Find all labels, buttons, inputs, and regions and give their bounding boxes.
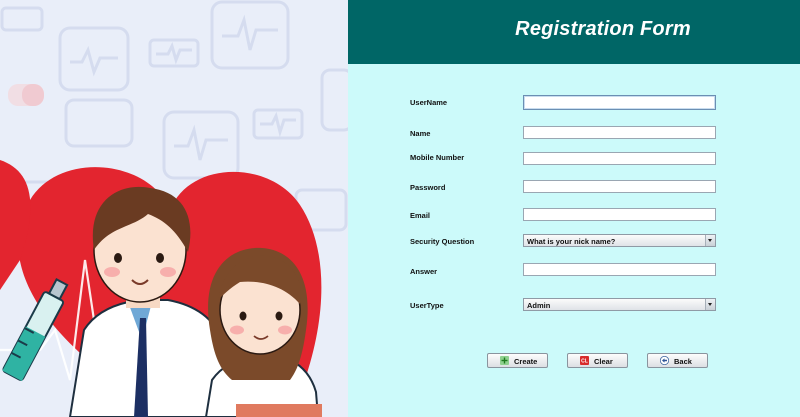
registration-window: Registration Form UserName Name Mobile N… xyxy=(0,0,800,417)
clear-icon: CL xyxy=(580,356,589,365)
answer-input[interactable] xyxy=(523,263,716,276)
doctors-illustration xyxy=(0,0,348,417)
form-title: Registration Form xyxy=(515,18,691,40)
form-header: Registration Form xyxy=(348,0,800,64)
security-question-dropdown[interactable]: What is your nick name? xyxy=(523,234,716,247)
create-button-label: Create xyxy=(514,357,538,366)
clear-button[interactable]: CL Clear xyxy=(567,353,628,368)
security-question-label: Security Question xyxy=(410,237,475,246)
chevron-down-icon[interactable] xyxy=(705,235,715,246)
name-input[interactable] xyxy=(523,126,716,139)
email-input[interactable] xyxy=(523,208,716,221)
back-arrow-icon xyxy=(660,356,669,365)
username-label: UserName xyxy=(410,98,448,107)
svg-text:CL: CL xyxy=(581,359,588,365)
answer-label: Answer xyxy=(410,267,438,276)
usertype-label: UserType xyxy=(410,301,444,310)
usertype-value: Admin xyxy=(527,301,551,310)
create-button[interactable]: Create xyxy=(487,353,548,368)
password-label: Password xyxy=(410,183,446,192)
name-label: Name xyxy=(410,129,431,138)
usertype-dropdown[interactable]: Admin xyxy=(523,298,716,311)
back-button-label: Back xyxy=(674,357,692,366)
mobile-number-label: Mobile Number xyxy=(410,153,465,162)
chevron-down-icon[interactable] xyxy=(705,299,715,310)
clear-button-label: Clear xyxy=(594,357,613,366)
plus-icon xyxy=(500,356,509,365)
username-input[interactable] xyxy=(523,95,716,110)
security-question-value: What is your nick name? xyxy=(527,237,616,246)
back-button[interactable]: Back xyxy=(647,353,708,368)
password-input[interactable] xyxy=(523,180,716,193)
mobile-number-input[interactable] xyxy=(523,152,716,165)
email-label: Email xyxy=(410,211,431,220)
registration-form-panel: Registration Form UserName Name Mobile N… xyxy=(348,0,800,417)
